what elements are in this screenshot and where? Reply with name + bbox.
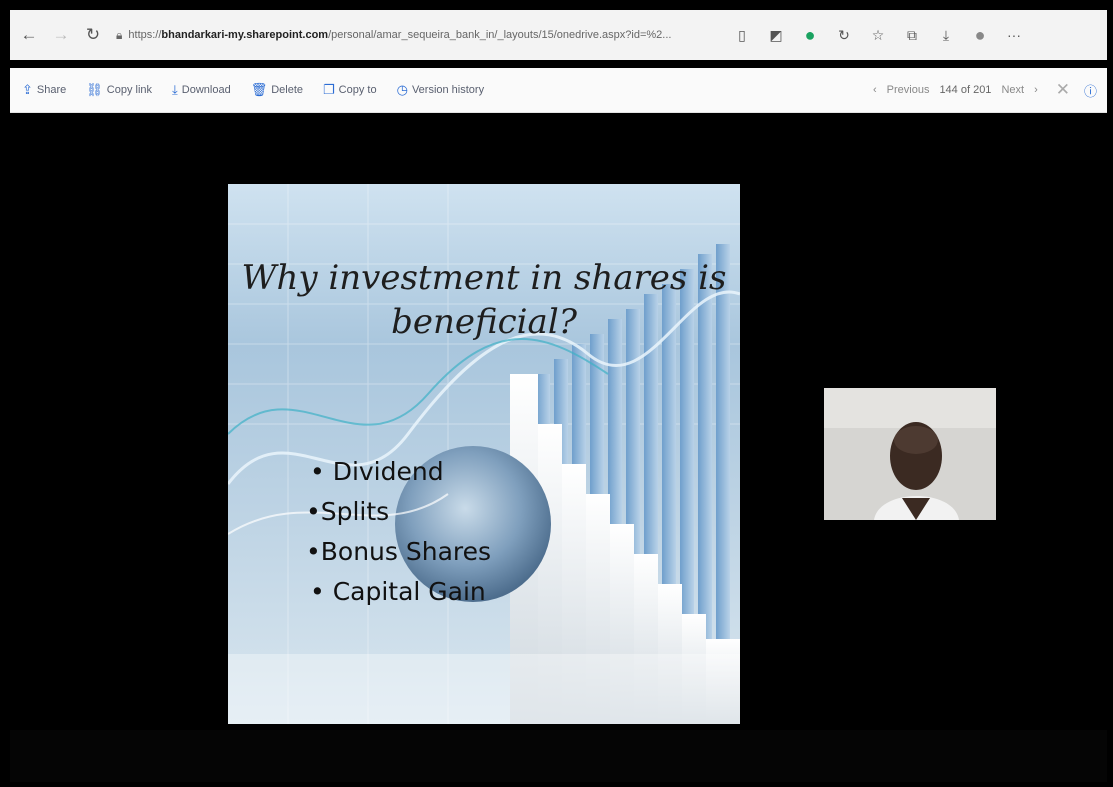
url-host: bhandarkari-my.sharepoint.com bbox=[161, 29, 329, 41]
close-icon[interactable]: ✕ bbox=[1056, 80, 1070, 100]
copy-to-label: Copy to bbox=[338, 84, 377, 96]
favorite-icon[interactable]: ☆ bbox=[864, 22, 892, 48]
viewer-command-bar: ⇪ Share ⛓ Copy link ⤓ Download 🗑︎ Delete… bbox=[10, 68, 1107, 113]
url-path: /personal/amar_sequeira_bank_in/_layouts… bbox=[328, 29, 672, 41]
download-button[interactable]: ⤓ Download bbox=[172, 82, 231, 98]
bullet-item: • Dividend bbox=[310, 457, 444, 486]
copy-to-button[interactable]: ❐ Copy to bbox=[323, 82, 377, 98]
next-button[interactable]: Next bbox=[1001, 84, 1024, 96]
presentation-slide: Why investment in shares is beneficial? … bbox=[228, 184, 740, 724]
sync-icon[interactable]: ↻ bbox=[830, 22, 858, 48]
lock-icon: 🔒︎ bbox=[116, 27, 123, 42]
share-icon: ⇪ bbox=[22, 82, 33, 97]
info-icon[interactable]: ⓘ bbox=[1084, 81, 1097, 100]
extension-icon[interactable]: ◩ bbox=[762, 22, 790, 48]
previous-button[interactable]: Previous bbox=[887, 84, 930, 96]
chevron-left-icon[interactable]: ‹ bbox=[873, 84, 877, 96]
url-field[interactable]: 🔒︎ https:// bhandarkari-my.sharepoint.co… bbox=[116, 20, 706, 50]
version-history-button[interactable]: ◷ Version history bbox=[397, 82, 485, 98]
collections-icon[interactable]: ⧉ bbox=[898, 22, 926, 48]
slide-title: Why investment in shares is beneficial? bbox=[228, 256, 740, 344]
delete-button[interactable]: 🗑︎ Delete bbox=[251, 82, 303, 98]
copy-icon: ❐ bbox=[323, 82, 335, 97]
bullet-item: •Bonus Shares bbox=[306, 537, 492, 566]
profile-icon[interactable]: ● bbox=[966, 22, 994, 48]
bullet-item: •Splits bbox=[306, 497, 390, 526]
pager: ‹ Previous 144 of 201 Next › ✕ ⓘ bbox=[863, 80, 1107, 100]
history-icon: ◷ bbox=[396, 82, 408, 97]
share-label: Share bbox=[36, 84, 67, 96]
copy-link-button[interactable]: ⛓ Copy link bbox=[86, 82, 152, 98]
presenter-video bbox=[824, 388, 996, 520]
url-prefix: https:// bbox=[128, 29, 162, 41]
download-icon: ⤓ bbox=[172, 82, 178, 97]
link-icon: ⛓ bbox=[86, 82, 103, 97]
delete-icon: 🗑︎ bbox=[250, 82, 268, 97]
version-history-label: Version history bbox=[411, 84, 485, 96]
more-icon[interactable]: ··· bbox=[1000, 22, 1028, 48]
page-count: 144 of 201 bbox=[939, 84, 992, 96]
viewer-bottom-bar bbox=[10, 730, 1107, 782]
chevron-right-icon[interactable]: › bbox=[1034, 84, 1038, 96]
forward-icon[interactable]: → bbox=[48, 22, 74, 48]
browser-address-bar: ← → ↻ 🔒︎ https:// bhandarkari-my.sharepo… bbox=[10, 10, 1107, 60]
copy-link-label: Copy link bbox=[106, 84, 153, 96]
share-button[interactable]: ⇪ Share bbox=[22, 82, 66, 98]
back-icon[interactable]: ← bbox=[16, 22, 42, 48]
delete-label: Delete bbox=[271, 84, 304, 96]
reader-icon[interactable]: ▯ bbox=[728, 22, 756, 48]
refresh-icon[interactable]: ↻ bbox=[80, 22, 106, 48]
download-icon[interactable]: ⤓ bbox=[932, 22, 960, 48]
green-extension-icon[interactable]: ● bbox=[796, 22, 824, 48]
bullet-item: • Capital Gain bbox=[310, 577, 486, 606]
screenshot-frame: ← → ↻ 🔒︎ https:// bhandarkari-my.sharepo… bbox=[0, 0, 1113, 787]
bullet-list: • Dividend •Splits •Bonus Shares • Capit… bbox=[306, 452, 491, 612]
download-label: Download bbox=[181, 84, 231, 96]
slide-title-line2: beneficial? bbox=[391, 302, 577, 342]
slide-title-line1: Why investment in shares is bbox=[241, 258, 727, 298]
webcam-video-tile bbox=[824, 388, 996, 520]
